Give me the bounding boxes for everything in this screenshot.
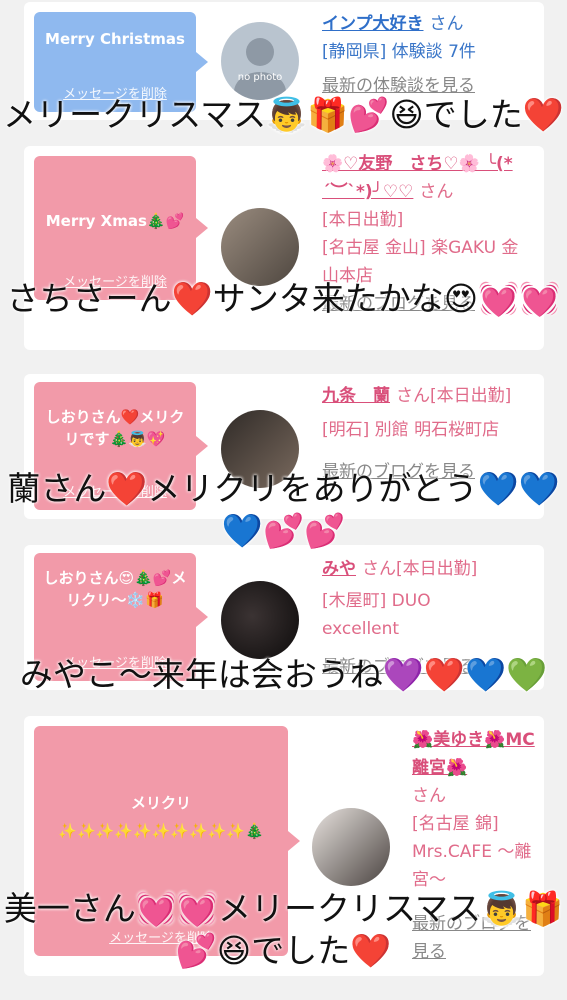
avatar[interactable] xyxy=(221,581,299,659)
shop-info: [明石] 別館 明石桜町店 xyxy=(322,420,500,440)
honorific: さん[本日出勤] xyxy=(396,386,512,406)
honorific: さん[本日出勤] xyxy=(362,559,478,579)
message-sparkles: ✨✨✨✨✨✨✨✨✨✨🎄 xyxy=(58,822,264,840)
user-name-link[interactable]: 🌺美ゆき🌺MC離宮🌺 xyxy=(412,730,535,778)
shop-info: [名古屋 錦] Mrs.CAFE 〜離宮〜 xyxy=(412,814,532,890)
avatar[interactable]: no photo xyxy=(221,22,299,100)
overlay-caption: メリークリスマス👼🎁💕😆でした❤️ xyxy=(3,95,564,134)
user-name-link[interactable]: 🌸♡友野 さち♡🌸 ╰(*´︶`*)╯♡♡ xyxy=(322,154,513,202)
shop-info: [木屋町] DUO excellent xyxy=(322,591,431,639)
message-text: しおりさん❤️メリクリです🎄👼💖 xyxy=(45,408,185,448)
user-detail: [静岡県] 体験談 7件 xyxy=(322,42,476,62)
work-status: [本日出勤] xyxy=(322,210,404,230)
user-name-link[interactable]: みや xyxy=(322,559,356,579)
message-text: しおりさん😍🎄💕メリクリ〜❄️🎁 xyxy=(43,569,187,609)
overlay-caption: 蘭さん❤️メリクリをありがとう💙💙💙💕💕 xyxy=(7,469,560,550)
honorific: さん xyxy=(412,786,446,806)
overlay-caption: 美一さん💓💓メリークリスマス👼🎁💕😆でした❤️ xyxy=(3,889,564,970)
message-text: Merry Christmas xyxy=(45,30,185,48)
honorific: さん xyxy=(419,182,454,202)
avatar-caption: no photo xyxy=(237,72,283,83)
avatar[interactable] xyxy=(312,808,390,886)
overlay-caption: みやこ〜来年は会おうね💜❤️💙💚 xyxy=(19,655,548,694)
user-name-link[interactable]: インプ大好き xyxy=(322,14,424,34)
user-info: インプ大好き さん [静岡県] 体験談 7件 最新の体験談を見る xyxy=(322,10,532,100)
avatar[interactable] xyxy=(221,208,299,286)
user-name-link[interactable]: 九条 蘭 xyxy=(322,386,390,406)
overlay-caption: さちさーん❤️サンタ来たかな😍💓💓 xyxy=(6,279,561,318)
honorific: さん xyxy=(429,14,464,34)
message-text: メリクリ xyxy=(130,794,191,812)
message-text: Merry Xmas🎄💕 xyxy=(45,212,185,230)
no-photo-silhouette-icon xyxy=(234,38,286,100)
